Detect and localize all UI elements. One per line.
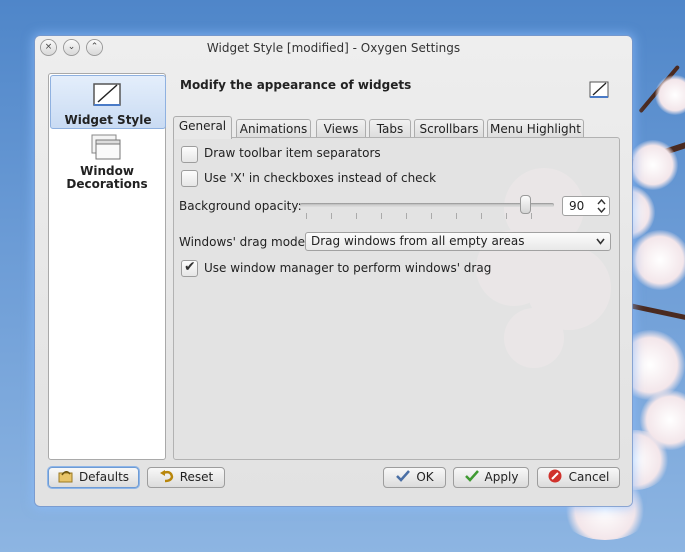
- module-sidebar: Widget Style Window Decorations: [48, 73, 166, 460]
- widget-style-icon: [93, 83, 121, 106]
- widget-style-icon: [589, 81, 609, 98]
- reset-label: Reset: [179, 470, 214, 484]
- sidebar-item-widget-style[interactable]: Widget Style: [50, 75, 166, 129]
- toolbar-separators-label: Draw toolbar item separators: [204, 146, 381, 160]
- drag-mode-value: Drag windows from all empty areas: [311, 234, 525, 248]
- settings-window: × ⌄ ⌃ Widget Style [modified] - Oxygen S…: [35, 36, 632, 506]
- tab-label: Views: [323, 122, 359, 136]
- page-title: Modify the appearance of widgets: [180, 78, 412, 92]
- watermark-flower: [476, 168, 611, 368]
- tab-animations[interactable]: Animations: [236, 119, 311, 138]
- general-tab-panel: Draw toolbar item separators Use 'X' in …: [173, 137, 620, 460]
- tab-tabs[interactable]: Tabs: [369, 119, 411, 138]
- x-checkboxes-checkbox[interactable]: [181, 170, 198, 187]
- tab-label: Tabs: [376, 122, 404, 136]
- defaults-icon: [58, 471, 73, 483]
- defaults-button[interactable]: Defaults: [48, 467, 139, 488]
- drag-mode-label: Windows' drag mode:: [179, 235, 310, 249]
- tab-label: Scrollbars: [419, 122, 479, 136]
- opacity-value: 90: [569, 199, 585, 213]
- chevron-down-icon: [596, 238, 605, 245]
- drag-mode-combobox[interactable]: Drag windows from all empty areas: [305, 232, 611, 251]
- window-title: Widget Style [modified] - Oxygen Setting…: [206, 41, 461, 55]
- reset-button[interactable]: Reset: [147, 467, 225, 488]
- wm-drag-label: Use window manager to perform windows' d…: [204, 261, 492, 275]
- sidebar-item-label: Widget Style: [64, 113, 152, 127]
- apply-button[interactable]: Apply: [453, 467, 529, 488]
- tab-label: Menu Highlight: [490, 122, 581, 136]
- background-opacity-slider[interactable]: [300, 203, 554, 207]
- ok-button[interactable]: OK: [383, 467, 446, 488]
- tab-general[interactable]: General: [173, 116, 232, 139]
- tab-label: Animations: [239, 122, 308, 136]
- wm-drag-checkbox[interactable]: ✔: [181, 259, 198, 277]
- sidebar-item-label-line2: Decorations: [66, 177, 148, 191]
- toolbar-separators-checkbox[interactable]: [181, 146, 198, 163]
- background-opacity-spinbox[interactable]: 90: [562, 196, 610, 216]
- tab-menu-highlight[interactable]: Menu Highlight: [487, 119, 584, 138]
- title-bar[interactable]: × ⌄ ⌃ Widget Style [modified] - Oxygen S…: [35, 36, 632, 60]
- sidebar-item-window-decorations[interactable]: Window Decorations: [50, 132, 164, 194]
- ok-label: OK: [416, 470, 434, 484]
- apply-check-icon: [464, 470, 479, 482]
- spin-arrows-icon[interactable]: [597, 199, 606, 213]
- tab-label: General: [178, 119, 227, 133]
- tab-views[interactable]: Views: [316, 119, 366, 138]
- cancel-icon: [548, 469, 562, 483]
- x-checkboxes-label: Use 'X' in checkboxes instead of check: [204, 171, 437, 185]
- check-icon: [396, 470, 411, 482]
- cancel-label: Cancel: [568, 470, 610, 484]
- apply-label: Apply: [484, 470, 519, 484]
- undo-icon: [159, 470, 174, 483]
- check-icon: ✔: [184, 259, 196, 275]
- tab-scrollbars[interactable]: Scrollbars: [414, 119, 484, 138]
- window-decorations-icon: [91, 134, 121, 160]
- opacity-slider-handle[interactable]: [520, 195, 531, 214]
- background-opacity-label: Background opacity:: [179, 199, 302, 213]
- cancel-button[interactable]: Cancel: [537, 467, 620, 488]
- defaults-label: Defaults: [78, 470, 130, 484]
